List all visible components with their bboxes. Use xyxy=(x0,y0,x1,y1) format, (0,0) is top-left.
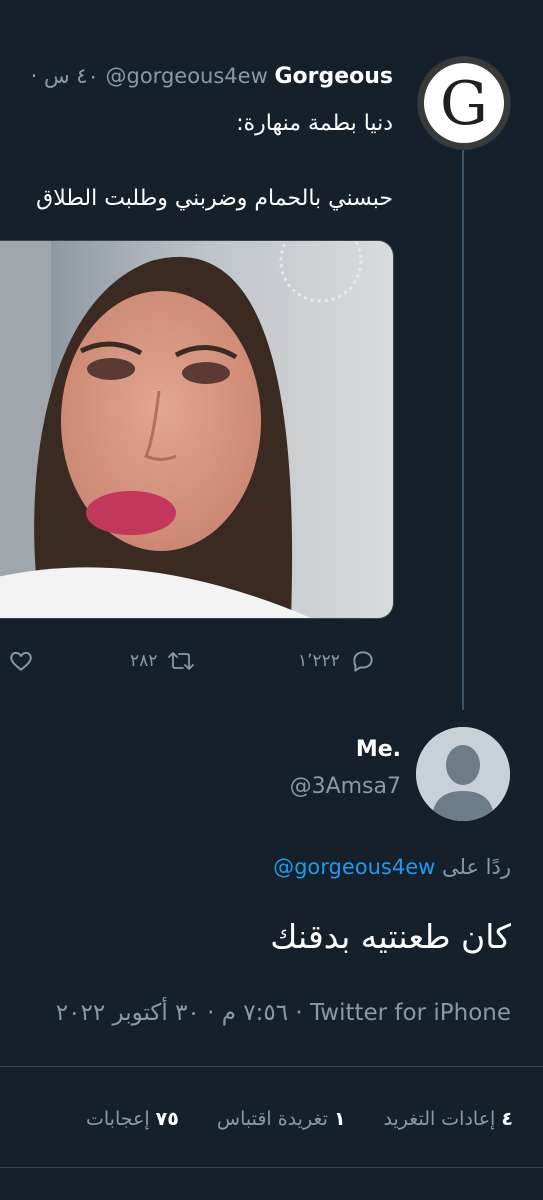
stat-likes[interactable]: ٧٥ إعجابات xyxy=(86,1108,179,1130)
reply-display-name[interactable]: Me. xyxy=(356,737,401,762)
stat-count: ٧٥ xyxy=(155,1108,179,1130)
tweet-photo[interactable] xyxy=(0,240,394,619)
stat-label: إعجابات xyxy=(85,1108,150,1130)
reply-text: كان طعنتيه بدقنك xyxy=(270,917,511,956)
thread-line xyxy=(462,150,464,710)
me-avatar[interactable] xyxy=(416,727,510,821)
engagement-stats: ٤ إعادات التغريد ١ تغريدة اقتباس ٧٥ إعجا… xyxy=(86,1108,513,1130)
reply-meta: ٧:٥٦ م · ٣٠ أكتوبر ٢٠٢٢ · Twitter for iP… xyxy=(55,1000,511,1026)
replying-to-prefix: ردًا على xyxy=(442,855,511,879)
reply-action[interactable]: ١٬٢٢٢ xyxy=(298,648,376,674)
stat-label: إعادات التغريد xyxy=(383,1108,496,1130)
tweet-text-line-2: حبسني بالحمام وضربني وطلبت الطلاق xyxy=(36,186,393,211)
tweet-header: · ٤٠ س @gorgeous4ew Gorgeous xyxy=(31,64,393,89)
retweet-count: ٢٨٢ xyxy=(130,651,158,671)
replying-to-link[interactable]: @gorgeous4ew xyxy=(273,855,435,879)
replying-to: @gorgeous4ew ردًا على xyxy=(273,855,511,879)
tweet-text-line-1: دنيا بطمة منهارة: xyxy=(236,111,393,136)
like-action[interactable] xyxy=(8,648,34,674)
stat-count: ٤ xyxy=(501,1108,513,1130)
reply-count: ١٬٢٢٢ xyxy=(298,651,340,671)
tweet-time: · ٤٠ س xyxy=(30,64,99,88)
divider xyxy=(0,1167,543,1168)
stat-quotes[interactable]: ١ تغريدة اقتباس xyxy=(217,1108,346,1130)
divider xyxy=(0,1066,543,1067)
photo-illustration xyxy=(0,241,393,618)
gorgeous-avatar[interactable]: G xyxy=(418,57,510,149)
reply-handle[interactable]: @3Amsa7 xyxy=(290,774,401,799)
retweet-icon xyxy=(168,652,195,670)
avatar-letter: G xyxy=(424,63,504,143)
stat-label: تغريدة اقتباس xyxy=(216,1108,328,1130)
stat-retweets[interactable]: ٤ إعادات التغريد xyxy=(384,1108,513,1130)
tweet-display-name[interactable]: Gorgeous xyxy=(274,64,393,89)
default-avatar-icon xyxy=(416,727,510,821)
reply-icon xyxy=(353,651,373,672)
retweet-action[interactable]: ٢٨٢ xyxy=(130,648,195,674)
tweet-handle[interactable]: @gorgeous4ew xyxy=(106,64,268,88)
stat-count: ١ xyxy=(333,1108,346,1130)
like-icon xyxy=(10,651,32,671)
